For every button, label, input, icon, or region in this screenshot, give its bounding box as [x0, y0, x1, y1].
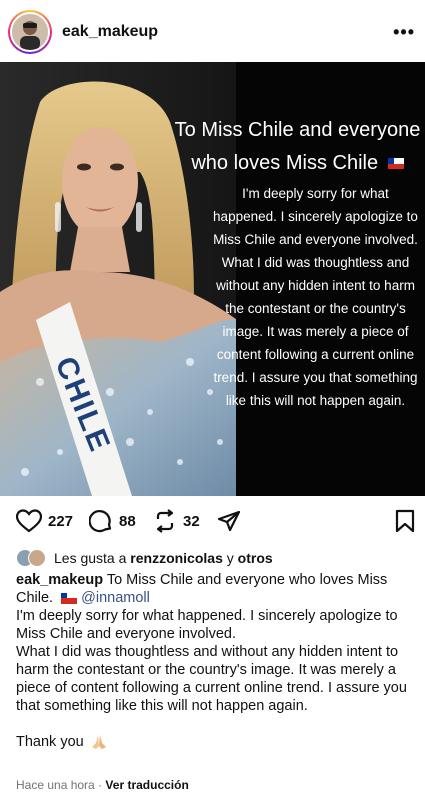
story-ring[interactable] [8, 10, 52, 54]
image-body-line: happened. I sincerely apologize to [213, 209, 418, 224]
comment-icon [89, 510, 112, 533]
mention-link[interactable]: @innamoll [81, 590, 150, 606]
heart-icon [16, 509, 42, 533]
avatar[interactable] [10, 12, 50, 52]
others-link[interactable]: otros [238, 550, 273, 566]
image-body-line: like this will not happen again. [225, 393, 406, 408]
caption-username[interactable]: eak_makeup [16, 572, 103, 588]
like-button[interactable]: 227 [16, 509, 73, 533]
caption-paragraph: What I did was thoughtless and without a… [16, 644, 407, 714]
post-caption: eak_makeup To Miss Chile and everyone wh… [16, 571, 416, 751]
liked-by-text: Les gusta a renzzonicolas y otros [54, 550, 273, 566]
praying-hands-icon [91, 735, 106, 749]
image-body-line: content following a current online [216, 347, 415, 362]
save-button[interactable] [395, 509, 415, 533]
post-meta: Hace una hora · Ver traducción [16, 778, 189, 792]
liker-avatar [28, 549, 46, 567]
image-body-line: the contestant or the country's [225, 301, 406, 316]
chile-flag-icon [387, 158, 404, 170]
image-title-line-1: To Miss Chile and everyone [174, 119, 421, 141]
bookmark-icon [395, 509, 415, 533]
translate-link[interactable]: Ver traducción [105, 778, 188, 792]
post-username[interactable]: eak_makeup [62, 23, 158, 41]
image-title: To Miss Chile and everyone who loves Mis… [170, 114, 425, 180]
image-body-line: I'm deeply sorry for what [242, 186, 389, 201]
image-body-line: trend. I assure you that something [213, 370, 418, 385]
like-count[interactable]: 227 [48, 513, 73, 530]
caption-paragraph: I'm deeply sorry for what happened. I si… [16, 608, 398, 642]
comment-count[interactable]: 88 [119, 513, 136, 530]
image-title-line-2: who loves Miss Chile [170, 147, 425, 180]
chile-flag-icon [61, 592, 78, 604]
image-body-line: What I did was thoughtless and [221, 255, 410, 270]
comment-button[interactable]: 88 [89, 509, 136, 533]
more-options-icon[interactable]: ••• [393, 22, 415, 43]
liked-by-row[interactable]: Les gusta a renzzonicolas y otros [16, 549, 273, 567]
post-image[interactable]: CHILE To Miss Chile and everyone who lov… [0, 62, 425, 496]
repost-button[interactable]: 32 [153, 509, 200, 533]
repost-icon [156, 509, 174, 533]
caption-line-1: eak_makeup To Miss Chile and everyone wh… [16, 572, 388, 588]
repost-count[interactable]: 32 [183, 513, 200, 530]
action-bar: 227 88 32 [0, 496, 425, 548]
caption-thanks: Thank you [16, 733, 108, 751]
avatar-photo [12, 14, 48, 50]
image-body-line: Miss Chile and everyone involved. [213, 232, 418, 247]
image-apology-text: I'm deeply sorry for what happened. I si… [206, 182, 425, 412]
post-time: Hace una hora [16, 778, 95, 792]
image-body-line: without any hidden intent to harm [216, 278, 415, 293]
send-icon [217, 510, 241, 532]
caption-line-2: Chile. @innamoll [16, 590, 150, 606]
liker-username[interactable]: renzzonicolas [130, 550, 223, 566]
share-button[interactable] [217, 509, 241, 533]
post-header: eak_makeup ••• [0, 0, 425, 64]
image-body-line: image. It was merely a piece of [222, 324, 409, 339]
